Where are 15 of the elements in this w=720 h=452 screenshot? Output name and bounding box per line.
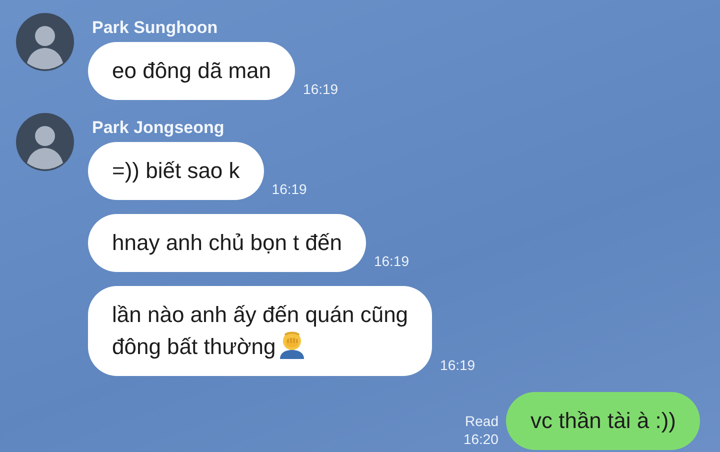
received-message-bubble[interactable]: eo đông dã man [88, 42, 296, 100]
received-message-bubble[interactable]: =)) biết sao k [88, 142, 264, 200]
received-message-bubble[interactable]: hnay anh chủ bọn t đến [88, 214, 366, 272]
message-time: 16:19 [303, 80, 338, 98]
avatar-icon[interactable] [16, 113, 74, 171]
message-time: 16:19 [374, 252, 410, 270]
sent-message-bubble[interactable]: vc thần tài à :)) [506, 392, 700, 450]
message-time: 16:19 [272, 180, 307, 198]
sender-name: Park Sunghoon [92, 18, 219, 38]
received-message-bubble[interactable]: lần nào anh ấy đến quán cũng đông bất thường [88, 286, 432, 376]
message-time: 16:19 [440, 356, 476, 374]
sender-name: Park Jongseong [92, 118, 226, 138]
read-receipt: Read [465, 412, 498, 430]
message-time: 16:20 [463, 430, 498, 448]
avatar-icon[interactable] [16, 13, 74, 71]
